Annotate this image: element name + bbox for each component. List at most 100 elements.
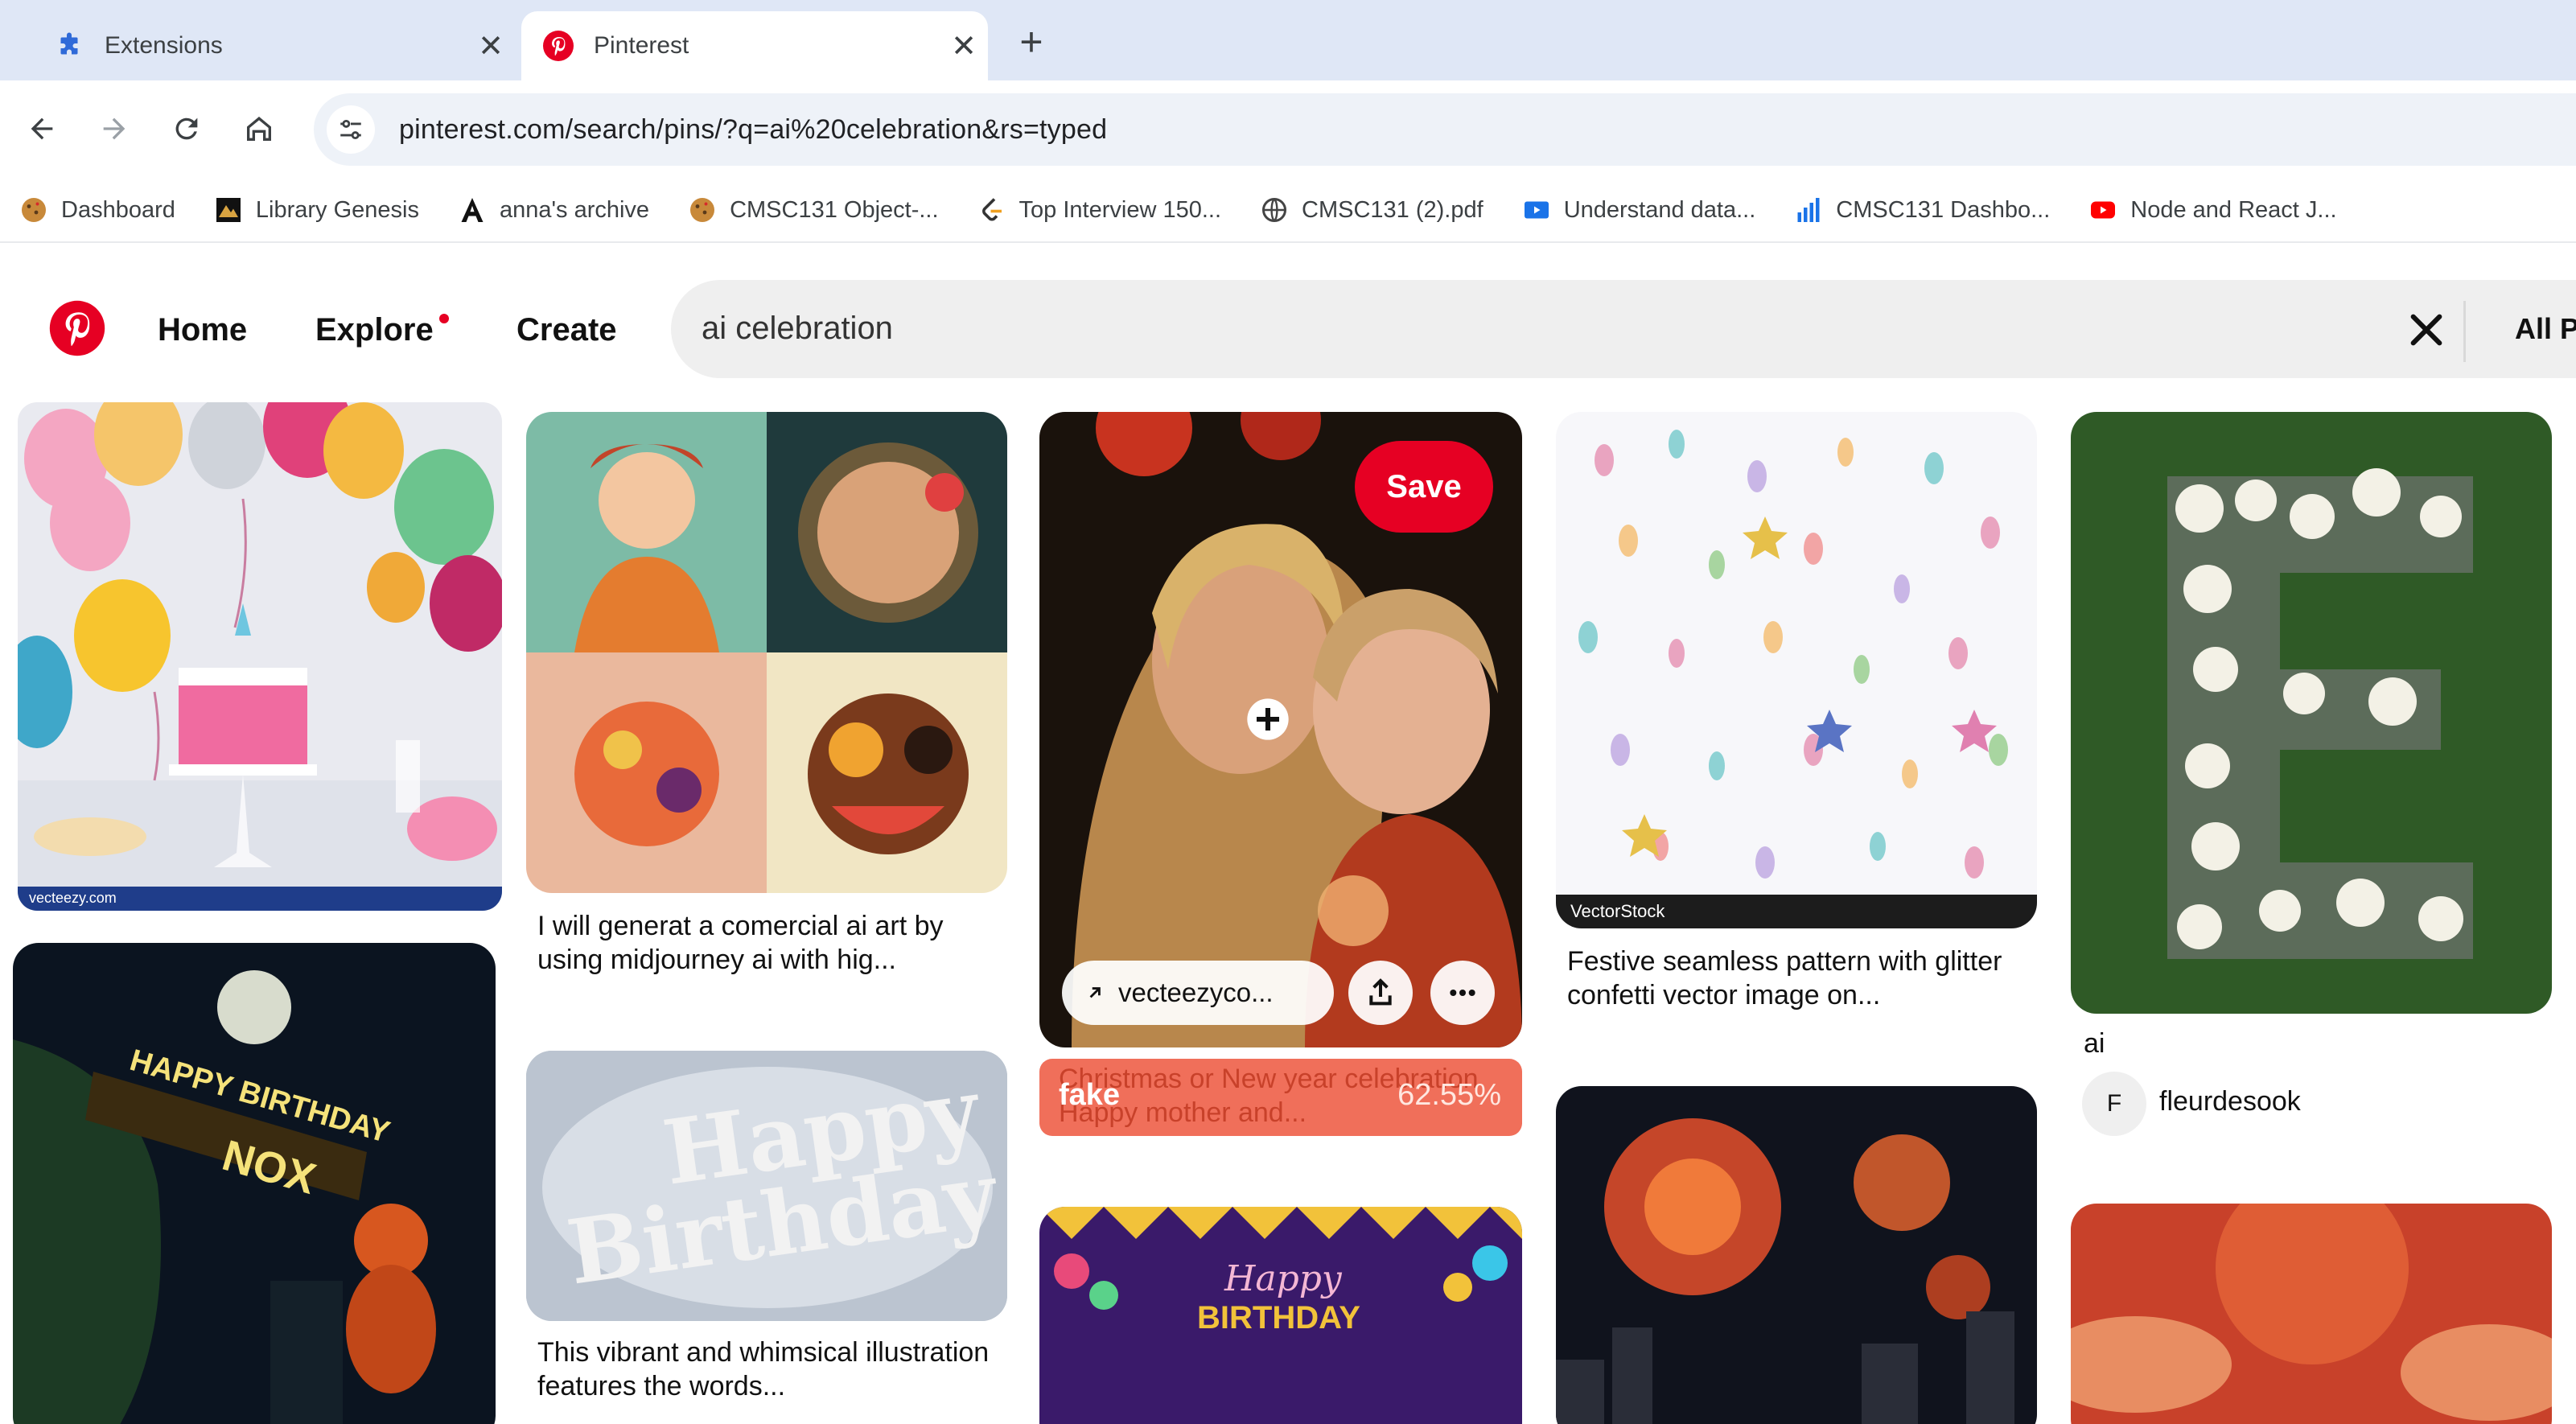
pin-image — [2071, 412, 2552, 1014]
search-bar[interactable]: ai celebration All P — [671, 280, 2576, 378]
arrow-right-icon — [103, 117, 126, 140]
pin-caption[interactable]: This vibrant and whimsical illustration … — [537, 1336, 1004, 1403]
bookmark-label: CMSC131 (2).pdf — [1302, 196, 1483, 223]
source-link-label: vecteezyco... — [1118, 977, 1274, 1007]
search-divider — [2463, 301, 2466, 362]
tab-pinterest[interactable]: Pinterest ✕ — [521, 11, 988, 80]
bookmarks-bar: Dashboard Library Genesis anna's archive… — [0, 179, 2576, 243]
home-icon — [247, 117, 271, 141]
pin-fruit-art[interactable] — [526, 412, 1007, 893]
cookie-icon — [18, 194, 50, 226]
pin-floral-letter[interactable] — [2071, 412, 2552, 1014]
bookmark-label: CMSC131 Object-... — [730, 196, 939, 223]
home-button[interactable] — [233, 103, 285, 154]
bookmark-top-interview[interactable]: Top Interview 150... — [976, 194, 1221, 226]
party-text: BIRTHDAY — [1197, 1300, 1360, 1336]
tab-extensions[interactable]: Extensions ✕ — [32, 11, 515, 80]
bookmark-annas-archive[interactable]: anna's archive — [456, 194, 649, 226]
pin-orange-abstract[interactable] — [2071, 1204, 2552, 1424]
bookmark-label: Understand data... — [1563, 196, 1756, 223]
pin-watermark: vecteezy.com — [29, 890, 117, 906]
libgen-icon — [212, 194, 245, 226]
close-icon[interactable]: ✕ — [940, 28, 988, 64]
close-icon[interactable] — [2404, 307, 2449, 352]
bookmark-label: Dashboard — [61, 196, 175, 223]
filter-dropdown[interactable]: All P — [2515, 312, 2576, 346]
site-settings-icon[interactable] — [327, 105, 375, 154]
browser-toolbar: pinterest.com/search/pins/?q=ai%20celebr… — [0, 80, 2576, 179]
source-link-chip[interactable]: vecteezyco... — [1062, 961, 1334, 1025]
search-input[interactable]: ai celebration — [702, 311, 893, 347]
puzzle-icon — [53, 30, 85, 62]
bookmark-cmsc131-pdf[interactable]: CMSC131 (2).pdf — [1258, 194, 1483, 226]
bookmark-label: Library Genesis — [255, 196, 419, 223]
bookmark-label: CMSC131 Dashbo... — [1836, 196, 2051, 223]
notification-dot — [439, 314, 449, 323]
share-icon — [1369, 978, 1392, 1006]
new-tab-button[interactable]: + — [1006, 18, 1057, 69]
close-icon[interactable]: ✕ — [467, 28, 515, 64]
reload-icon — [175, 117, 198, 140]
pin-watermark: VectorStock — [1570, 901, 1665, 921]
reload-button[interactable] — [161, 103, 212, 154]
avatar[interactable]: F — [2082, 1072, 2146, 1136]
bookmark-library-genesis[interactable]: Library Genesis — [212, 194, 419, 226]
bookmark-label: anna's archive — [499, 196, 650, 223]
nav-explore[interactable]: Explore — [315, 312, 434, 348]
party-text: Happy — [1224, 1258, 1342, 1299]
bookmark-label: Node and React J... — [2130, 196, 2337, 223]
letter-a-icon — [456, 194, 488, 226]
cookie-icon — [686, 194, 718, 226]
pin-caption[interactable]: I will generat a comercial ai art by usi… — [537, 909, 1004, 977]
pin-grid: vecteezy.com HAPPY BIRTHDAY NOX I will g… — [0, 389, 2576, 1424]
youtube-icon — [2087, 194, 2119, 226]
pinterest-logo-icon[interactable] — [48, 299, 106, 357]
arrow-up-right-icon — [1089, 987, 1101, 998]
bookmark-cmsc131-dashboard[interactable]: CMSC131 Dashbo... — [1792, 194, 2050, 226]
address-bar[interactable]: pinterest.com/search/pins/?q=ai%20celebr… — [314, 93, 2576, 166]
pin-caption[interactable]: Festive seamless pattern with glitter co… — [1567, 945, 2034, 1012]
share-button[interactable] — [1348, 961, 1413, 1025]
nav-home[interactable]: Home — [158, 312, 247, 348]
more-horizontal-icon — [1450, 990, 1475, 996]
tab-title: Pinterest — [594, 32, 689, 59]
pin-title[interactable]: ai — [2084, 1028, 2105, 1060]
plus-circle-icon[interactable] — [1245, 697, 1290, 742]
pin-happy-birthday-frosting[interactable]: Happy Birthday — [526, 1051, 1007, 1321]
pin-mother-child[interactable]: Save vecteezyco... — [1039, 412, 1522, 1047]
tab-title: Extensions — [105, 32, 223, 59]
pinterest-logo-icon — [542, 30, 574, 62]
detection-score: 62.55% — [1397, 1078, 1501, 1112]
pin-image — [1556, 412, 2037, 928]
browser-tab-strip: Extensions ✕ Pinterest ✕ + — [0, 0, 2576, 80]
pin-fireworks[interactable] — [1556, 1086, 2037, 1424]
pin-happy-birthday-party[interactable]: Happy BIRTHDAY — [1039, 1207, 1522, 1424]
pin-happy-birthday-nox[interactable]: HAPPY BIRTHDAY NOX — [13, 943, 496, 1424]
leetcode-icon — [976, 194, 1008, 226]
globe-icon — [1258, 194, 1290, 226]
ai-detection-badge: Christmas or New year celebration Happy … — [1039, 1059, 1522, 1136]
pin-author[interactable]: fleurdesook — [2159, 1086, 2301, 1117]
pinterest-header: Home Explore Create ai celebration All P — [0, 245, 2576, 389]
pin-birthday-cake[interactable]: vecteezy.com — [18, 402, 502, 911]
bookmark-cmsc131-object[interactable]: CMSC131 Object-... — [686, 194, 939, 226]
detection-label: fake — [1059, 1078, 1121, 1112]
arrow-left-icon — [31, 117, 53, 140]
pin-image — [526, 412, 1007, 893]
bookmark-node-react[interactable]: Node and React J... — [2087, 194, 2337, 226]
bookmark-label: Top Interview 150... — [1018, 196, 1222, 223]
back-button[interactable] — [16, 103, 68, 154]
pin-confetti-pattern[interactable]: VectorStock — [1556, 412, 2037, 928]
more-options-button[interactable] — [1430, 961, 1495, 1025]
video-icon — [1520, 194, 1553, 226]
bookmark-understand-data[interactable]: Understand data... — [1520, 194, 1756, 226]
bookmark-dashboard[interactable]: Dashboard — [18, 194, 175, 226]
pin-image — [1556, 1086, 2037, 1424]
bar-chart-icon — [1792, 194, 1825, 226]
pin-image — [2071, 1204, 2552, 1424]
nav-create[interactable]: Create — [516, 312, 617, 348]
url-text: pinterest.com/search/pins/?q=ai%20celebr… — [399, 113, 1108, 145]
pin-image — [18, 402, 502, 911]
forward-button[interactable] — [88, 103, 140, 154]
save-button[interactable]: Save — [1355, 441, 1493, 533]
